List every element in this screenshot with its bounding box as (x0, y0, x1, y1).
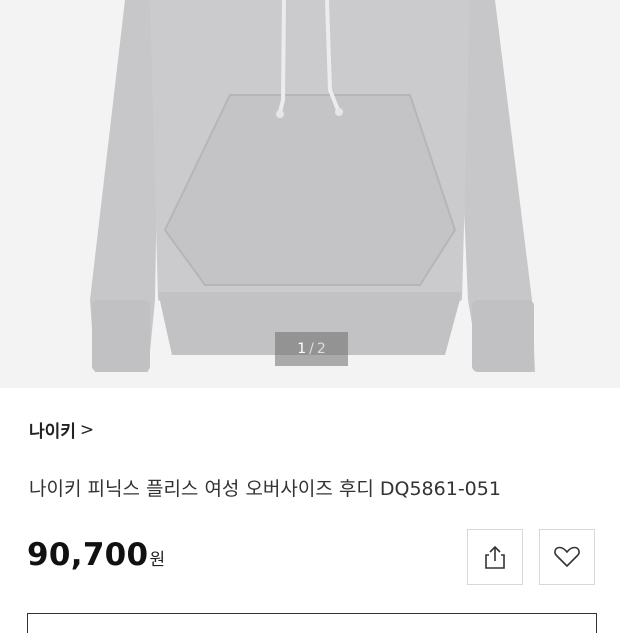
share-icon (485, 545, 505, 569)
product-title: 나이키 피닉스 플리스 여성 오버사이즈 후디 DQ5861-051 (29, 478, 501, 500)
brand-link[interactable]: 나이키 > (29, 417, 95, 443)
price-amount: 90,700 (27, 537, 149, 573)
product-price: 90,700 원 (27, 537, 165, 573)
product-image-gallery[interactable]: 1 / 2 (0, 0, 620, 388)
image-page-counter: 1 / 2 (275, 332, 348, 366)
page-separator: / (309, 341, 314, 357)
total-pages: 2 (316, 341, 326, 357)
price-currency: 원 (149, 550, 166, 570)
heart-icon (554, 546, 580, 568)
brand-name: 나이키 (29, 422, 76, 442)
share-button[interactable] (467, 529, 523, 585)
wishlist-button[interactable] (539, 529, 595, 585)
bottom-action-bar[interactable] (27, 613, 597, 633)
current-page: 1 (297, 341, 307, 357)
hoodie-product-image (90, 0, 535, 372)
chevron-right-icon: > (79, 419, 95, 440)
